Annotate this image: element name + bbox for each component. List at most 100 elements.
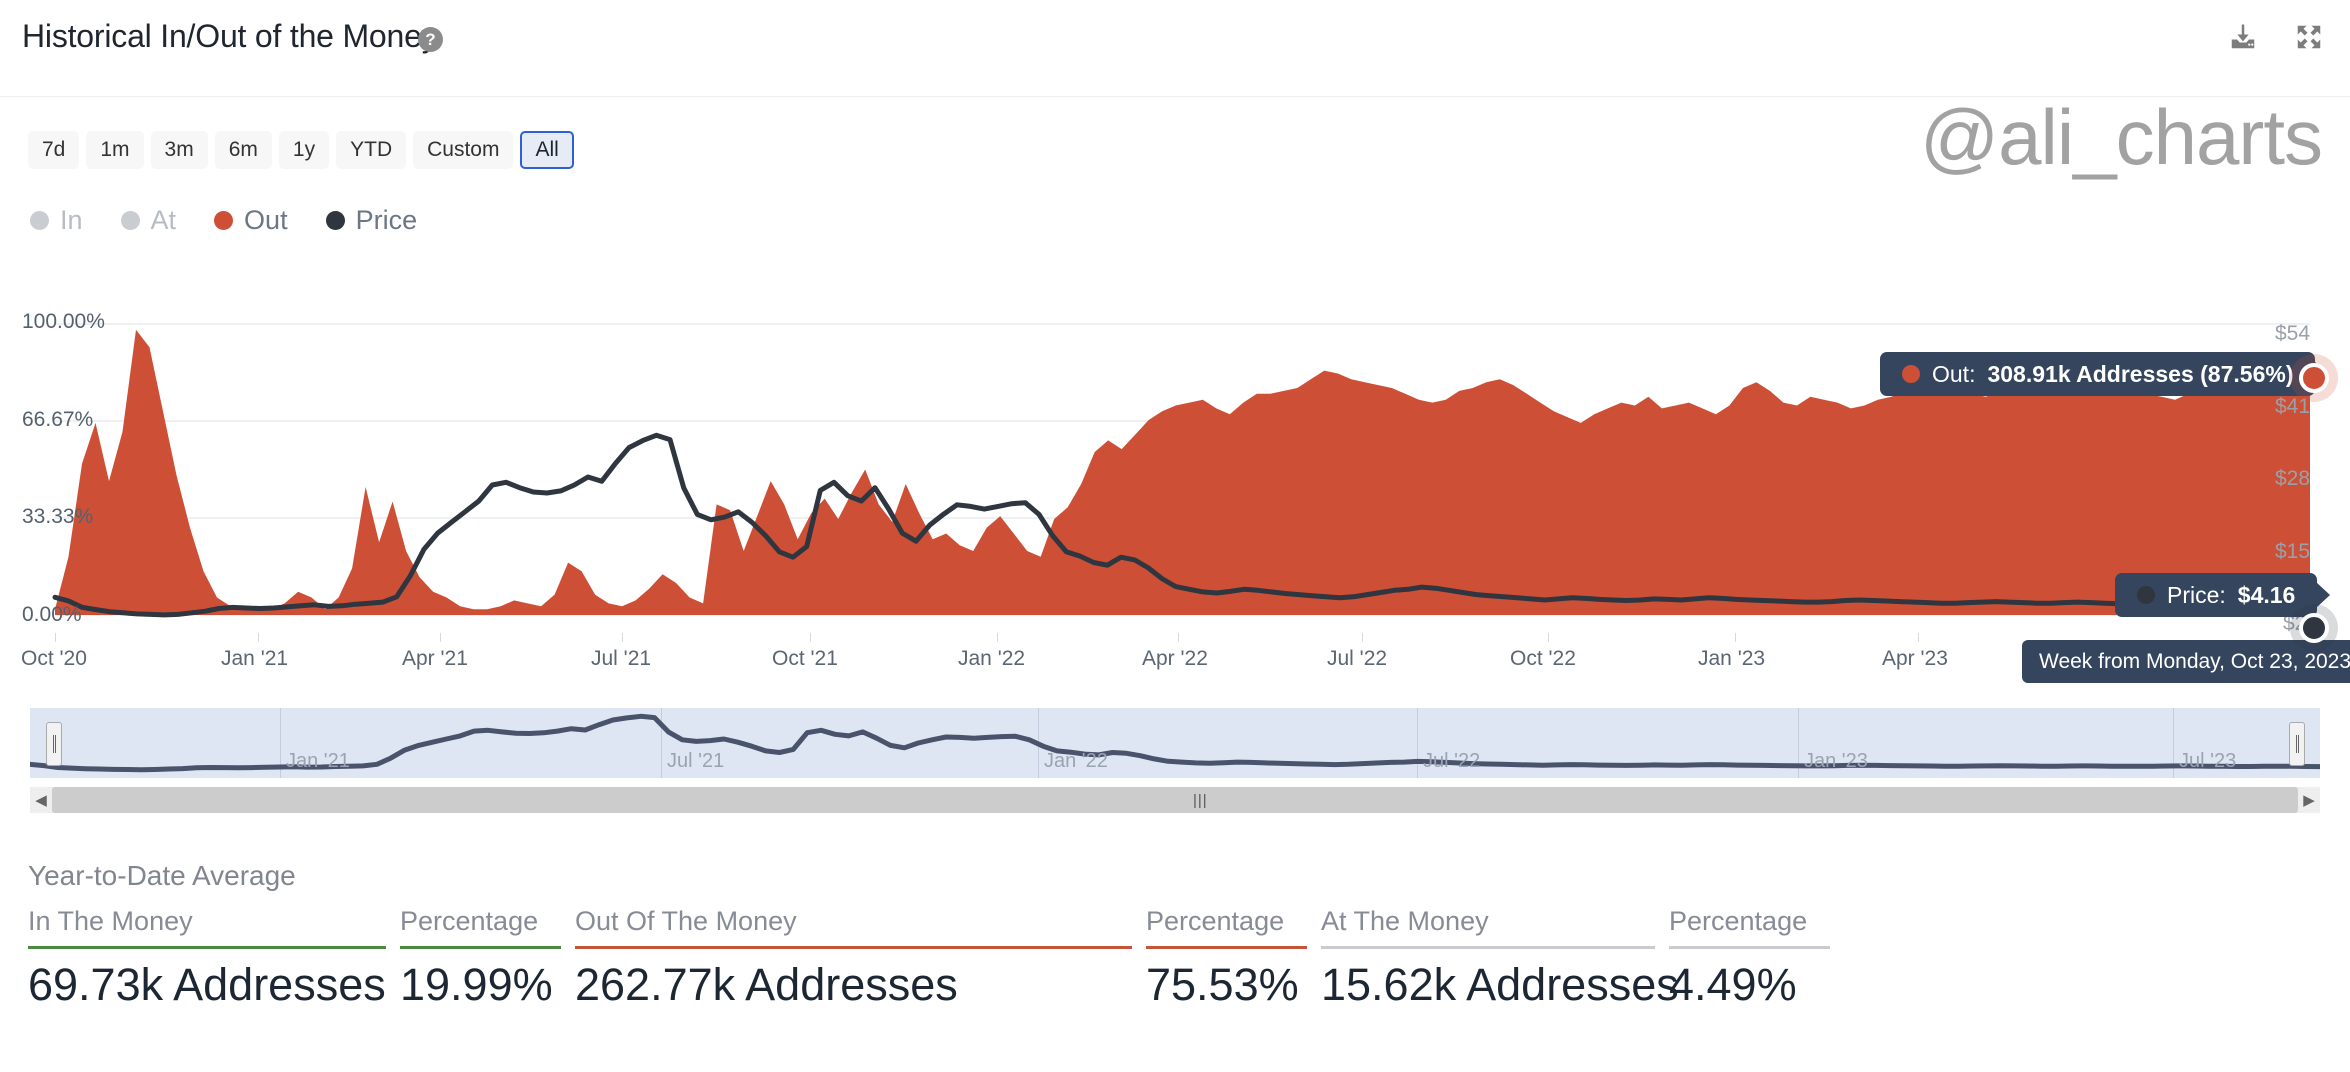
y-axis-left-tick-100: 100.00% xyxy=(22,310,105,333)
x-axis-tick xyxy=(440,633,441,642)
stat-value: 19.99% xyxy=(400,959,553,1010)
page-title: Historical In/Out of the Money xyxy=(22,18,438,54)
x-axis-label-2: Apr '21 xyxy=(402,647,468,670)
x-axis-tick xyxy=(997,633,998,642)
stat-at-the-money-percentage: Percentage 4.49% xyxy=(1669,906,1844,1011)
tooltip-dot-out xyxy=(1902,365,1920,383)
data-point-marker-price xyxy=(2299,613,2329,643)
stat-rule xyxy=(400,946,561,949)
data-point-marker-out xyxy=(2299,363,2329,393)
x-axis-label-1: Jan '21 xyxy=(221,647,289,670)
navigator-price-line xyxy=(30,713,2320,773)
x-axis-tick xyxy=(1735,633,1736,642)
tooltip-price: Price: $4.16 xyxy=(2115,573,2331,617)
navigator-label-3: Jul '22 xyxy=(1423,750,1481,772)
navigator-label-5: Jul '23 xyxy=(2179,750,2237,772)
y-axis-right-tick-15: $15 xyxy=(2275,540,2311,563)
stat-at-the-money: At The Money 15.62k Addresses xyxy=(1321,906,1679,1011)
x-axis-label-8: Oct '22 xyxy=(1510,647,1576,670)
question-mark-icon[interactable]: ? xyxy=(418,27,443,52)
x-axis-tick xyxy=(258,633,259,642)
legend-dot-out xyxy=(214,211,234,230)
scrollbar-thumb[interactable] xyxy=(52,787,2298,813)
tooltip-out: Out: 308.91k Addresses (87.56%) xyxy=(1880,352,2329,396)
chart-navigator[interactable]: Jan '21 Jul '21 Jan '22 Jul '22 Jan '23 … xyxy=(30,708,2320,778)
stat-out-of-the-money-percentage: Percentage 75.53% xyxy=(1146,906,1321,1011)
range-button-ytd[interactable]: YTD xyxy=(336,131,407,169)
range-button-6m[interactable]: 6m xyxy=(214,131,272,169)
chevron-left-icon[interactable]: ◀ xyxy=(30,787,52,813)
stat-rule xyxy=(1321,946,1655,949)
chevron-right-icon[interactable]: ▶ xyxy=(2298,787,2320,813)
legend-label-in: In xyxy=(60,205,83,235)
download-icon[interactable] xyxy=(2228,22,2258,52)
navigator-label-0: Jan '21 xyxy=(286,750,350,772)
x-axis-tick xyxy=(622,633,623,642)
x-axis-tick xyxy=(1548,633,1549,642)
range-button-1y[interactable]: 1y xyxy=(278,131,330,169)
legend-item-out[interactable]: Out xyxy=(214,205,288,236)
navigator-canvas xyxy=(30,713,2320,773)
chart-legend: In At Out Price xyxy=(30,205,417,236)
chart-widget: Historical In/Out of the Money ? 7d 1m 3… xyxy=(0,0,2350,1072)
legend-item-price[interactable]: Price xyxy=(325,205,417,236)
navigator-label-4: Jan '23 xyxy=(1804,750,1868,772)
stat-rule xyxy=(1669,946,1830,949)
x-axis-label-9: Jan '23 xyxy=(1698,647,1766,670)
tooltip-out-value: 308.91k Addresses (87.56%) xyxy=(1987,360,2294,387)
x-axis-tick xyxy=(810,633,811,642)
tooltip-arrow xyxy=(2316,582,2331,608)
navigator-handle-left[interactable] xyxy=(46,722,62,766)
stat-value: 75.53% xyxy=(1146,959,1299,1010)
navigator-handle-right[interactable] xyxy=(2289,722,2305,766)
x-axis-label-6: Apr '22 xyxy=(1142,647,1208,670)
legend-item-in[interactable]: In xyxy=(30,205,83,236)
y-axis-right-tick-54: $54 xyxy=(2275,322,2311,345)
x-axis-tick xyxy=(1918,633,1919,642)
tooltip-price-value: $4.16 xyxy=(2237,581,2296,608)
range-button-3m[interactable]: 3m xyxy=(150,131,208,169)
stat-label: Percentage xyxy=(1669,906,1808,936)
y-axis-right-tick-28: $28 xyxy=(2275,467,2311,490)
scrollbar-grip[interactable]: ||| xyxy=(1193,792,1208,809)
stat-rule xyxy=(575,946,1132,949)
widget-header: Historical In/Out of the Money ? xyxy=(0,0,2350,97)
range-button-custom[interactable]: Custom xyxy=(413,131,514,169)
stat-value: 15.62k Addresses xyxy=(1321,959,1679,1010)
stat-out-of-the-money: Out Of The Money 262.77k Addresses xyxy=(575,906,1146,1011)
legend-label-at: At xyxy=(150,205,177,235)
stat-label: In The Money xyxy=(28,906,193,936)
y-axis-right-tick-41: $41 xyxy=(2275,395,2311,418)
x-axis: Oct '20 Jan '21 Apr '21 Jul '21 Oct '21 … xyxy=(0,633,2350,678)
legend-label-out: Out xyxy=(244,205,288,235)
watermark: @ali_charts xyxy=(1919,93,2323,181)
x-axis-label-0: Oct '20 xyxy=(21,647,87,670)
stat-value: 4.49% xyxy=(1669,959,1797,1010)
tooltip-dot-price xyxy=(2137,586,2155,604)
stat-in-the-money: In The Money 69.73k Addresses xyxy=(28,906,400,1011)
stat-label: Percentage xyxy=(1146,906,1285,936)
y-axis-left-tick-6667: 66.67% xyxy=(22,408,94,431)
tooltip-price-series: Price: xyxy=(2167,581,2226,608)
stat-value: 69.73k Addresses xyxy=(28,959,386,1010)
x-axis-tick xyxy=(1178,633,1179,642)
stat-rule xyxy=(1146,946,1307,949)
tooltip-date: Week from Monday, Oct 23, 2023 xyxy=(2022,640,2350,683)
legend-item-at[interactable]: At xyxy=(120,205,177,236)
range-button-all[interactable]: All xyxy=(520,131,574,169)
x-axis-label-7: Jul '22 xyxy=(1327,647,1388,670)
stats-row: In The Money 69.73k Addresses Percentage… xyxy=(28,906,2318,1011)
range-button-7d[interactable]: 7d xyxy=(28,131,80,169)
legend-dot-price xyxy=(325,211,345,230)
range-selector: 7d 1m 3m 6m 1y YTD Custom All xyxy=(28,131,574,169)
navigator-label-2: Jan '22 xyxy=(1044,750,1108,772)
horizontal-scrollbar[interactable]: ◀ ▶ ||| xyxy=(30,787,2320,813)
range-button-1m[interactable]: 1m xyxy=(86,131,144,169)
stat-in-the-money-percentage: Percentage 19.99% xyxy=(400,906,575,1011)
y-axis-left-tick-0: 0.00% xyxy=(22,603,82,626)
fullscreen-icon[interactable] xyxy=(2294,22,2324,52)
stat-rule xyxy=(28,946,386,949)
x-axis-label-5: Jan '22 xyxy=(958,647,1026,670)
stat-label: Out Of The Money xyxy=(575,906,797,936)
x-axis-label-4: Oct '21 xyxy=(772,647,838,670)
